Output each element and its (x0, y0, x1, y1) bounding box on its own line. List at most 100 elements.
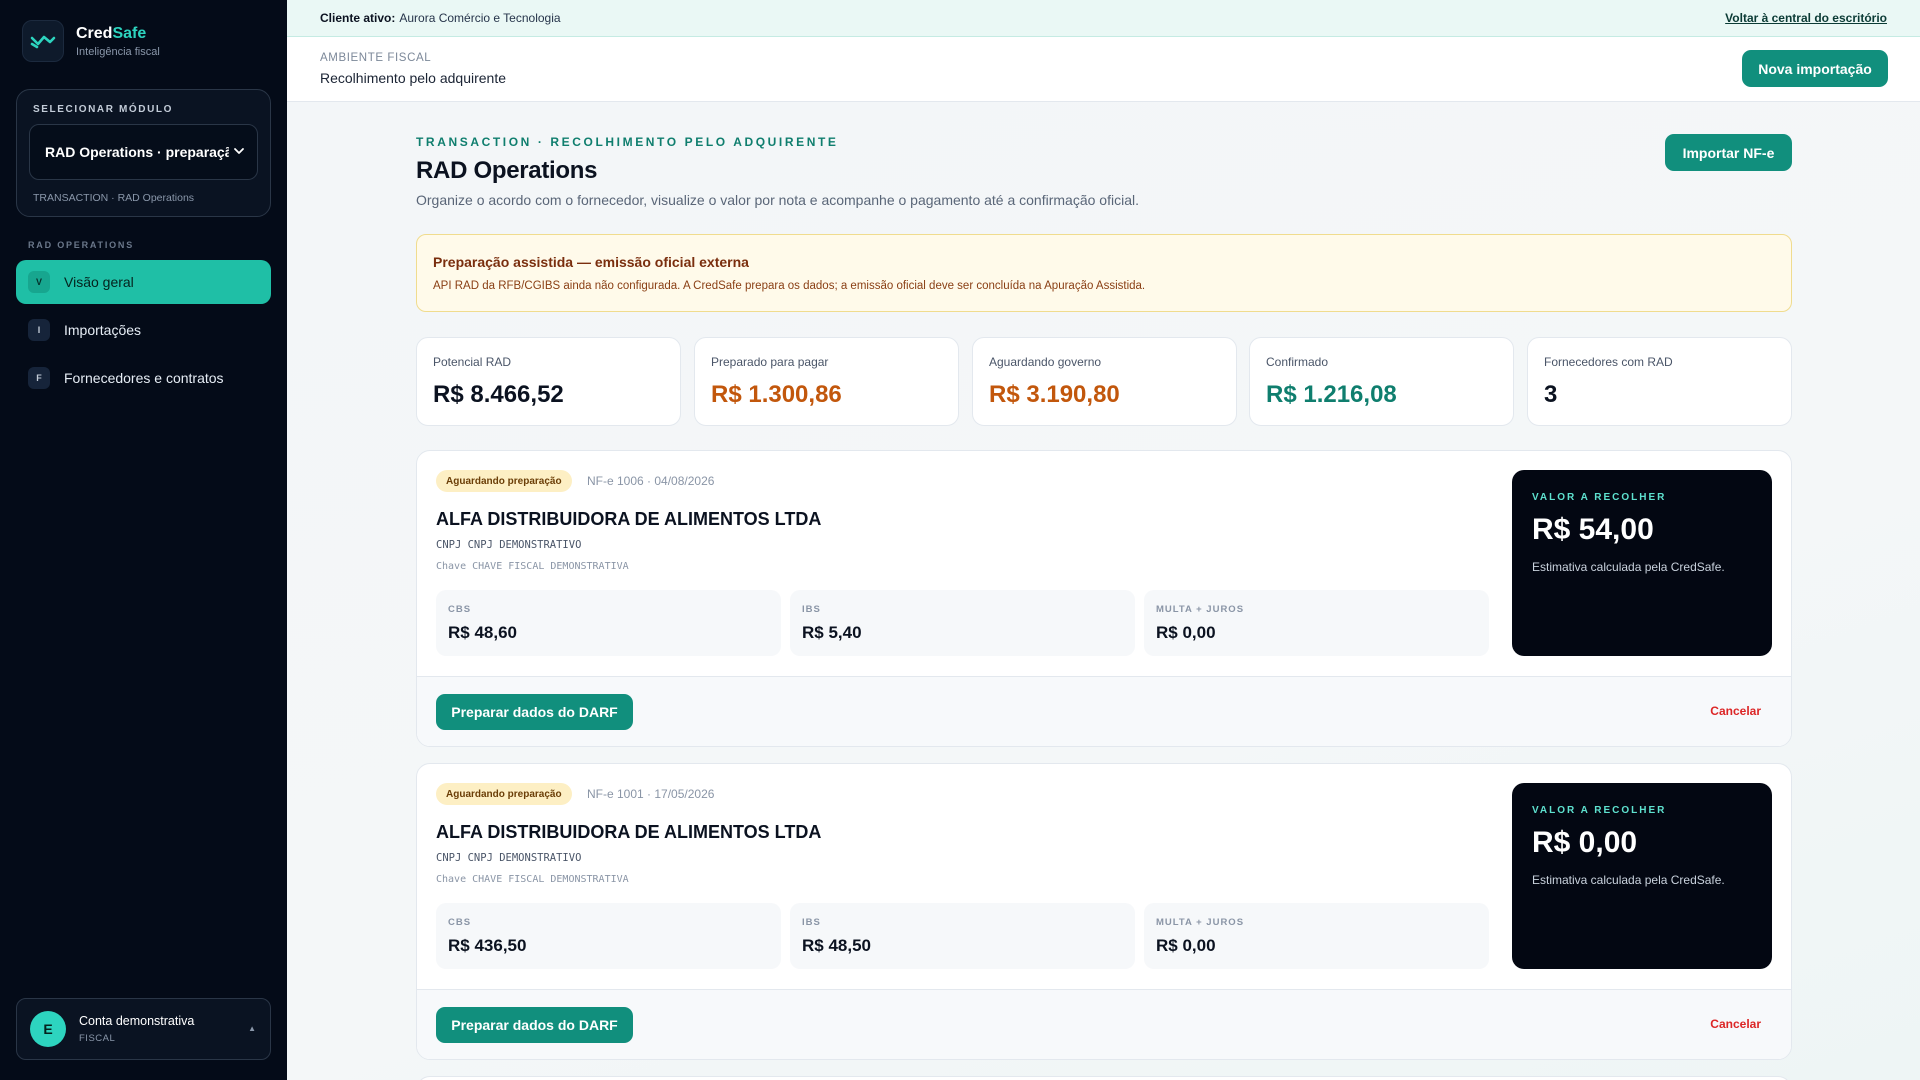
nav-badge: I (28, 319, 50, 341)
module-selector-title: SELECIONAR MÓDULO (33, 104, 173, 115)
sidebar-item-importacoes[interactable]: I Importações (16, 308, 271, 352)
invoice-meta: NF-e 1006 · 04/08/2026 (587, 474, 715, 488)
tax-label: CBS (448, 917, 472, 928)
sidebar-item-label: Visão geral (64, 274, 134, 290)
card-footer: Preparar dados do DARF Cancelar (417, 989, 1791, 1059)
amount-due-note: Estimativa calculada pela CredSafe. (1532, 873, 1725, 887)
chevron-down-icon (234, 148, 244, 154)
supplier-name: ALFA DISTRIBUIDORA DE ALIMENTOS LTDA (436, 509, 822, 529)
nav-section-title: RAD OPERATIONS (28, 240, 135, 250)
stat-card-fornecedores: Fornecedores com RAD 3 (1527, 337, 1792, 426)
stat-value: R$ 1.300,86 (711, 381, 842, 408)
stat-value: R$ 1.216,08 (1266, 381, 1397, 408)
nav-badge: F (28, 367, 50, 389)
tax-value: R$ 436,50 (448, 936, 527, 955)
account-role: FISCAL (79, 1033, 116, 1044)
stat-value: R$ 8.466,52 (433, 381, 564, 408)
invoice-key: Chave CHAVE FISCAL DEMONSTRATIVA (436, 874, 629, 885)
tax-cbs: CBS R$ 48,60 (436, 590, 781, 656)
stat-card-potencial: Potencial RAD R$ 8.466,52 (416, 337, 681, 426)
avatar: E (30, 1011, 66, 1047)
stat-label: Confirmado (1266, 355, 1329, 369)
stat-label: Fornecedores com RAD (1544, 355, 1673, 369)
alert-text: API RAD da RFB/CGIBS ainda não configura… (433, 280, 1146, 292)
stat-value: R$ 3.190,80 (989, 381, 1120, 408)
tax-value: R$ 48,50 (802, 936, 871, 955)
invoice-key: Chave CHAVE FISCAL DEMONSTRATIVA (436, 561, 629, 572)
tax-label: IBS (802, 604, 821, 615)
tax-label: IBS (802, 917, 821, 928)
invoice-meta: NF-e 1001 · 17/05/2026 (587, 787, 715, 801)
tax-ibs: IBS R$ 5,40 (790, 590, 1135, 656)
amount-due-panel: VALOR A RECOLHER R$ 0,00 Estimativa calc… (1512, 783, 1772, 969)
account-name: Conta demonstrativa (79, 1014, 195, 1028)
alert-title: Preparação assistida — emissão oficial e… (433, 254, 749, 270)
tax-value: R$ 0,00 (1156, 936, 1216, 955)
tax-ibs: IBS R$ 48,50 (790, 903, 1135, 969)
stat-label: Potencial RAD (433, 355, 512, 369)
tax-cbs: CBS R$ 436,50 (436, 903, 781, 969)
brand-subtitle: Inteligência fiscal (76, 45, 160, 58)
tax-value: R$ 48,60 (448, 623, 517, 642)
prepare-darf-button[interactable]: Preparar dados do DARF (436, 1007, 633, 1043)
new-import-button[interactable]: Nova importação (1742, 50, 1888, 87)
amount-due-panel: VALOR A RECOLHER R$ 54,00 Estimativa cal… (1512, 470, 1772, 656)
tax-value: R$ 0,00 (1156, 623, 1216, 642)
tax-label: MULTA + JUROS (1156, 917, 1245, 928)
status-badge: Aguardando preparação (436, 470, 572, 492)
caret-up-icon: ▲ (248, 1024, 256, 1033)
info-alert: Preparação assistida — emissão oficial e… (416, 234, 1792, 312)
invoice-card: Aguardando preparação NF-e 1006 · 04/08/… (416, 450, 1792, 747)
amount-due-note: Estimativa calculada pela CredSafe. (1532, 560, 1725, 574)
module-select-value: RAD Operations · preparação (45, 144, 229, 160)
environment-label: AMBIENTE FISCAL (320, 52, 432, 64)
cancel-button[interactable]: Cancelar (1710, 704, 1761, 718)
amount-due-label: VALOR A RECOLHER (1532, 805, 1667, 816)
card-footer: Preparar dados do DARF Cancelar (417, 676, 1791, 746)
stat-card-preparado: Preparado para pagar R$ 1.300,86 (694, 337, 959, 426)
sidebar-item-fornecedores[interactable]: F Fornecedores e contratos (16, 356, 271, 400)
module-selector-panel: SELECIONAR MÓDULO RAD Operations · prepa… (16, 89, 271, 217)
client-bar: Cliente ativo: Aurora Comércio e Tecnolo… (287, 0, 1920, 37)
sidebar-item-label: Fornecedores e contratos (64, 370, 224, 386)
amount-due-value: R$ 54,00 (1532, 513, 1654, 546)
page-eyebrow: TRANSACTION · RECOLHIMENTO PELO ADQUIREN… (416, 135, 839, 149)
tax-multa-juros: MULTA + JUROS R$ 0,00 (1144, 903, 1489, 969)
back-to-office-link[interactable]: Voltar à central do escritório (1725, 11, 1887, 25)
status-badge: Aguardando preparação (436, 783, 572, 805)
page-title: RAD Operations (416, 157, 598, 184)
tax-label: MULTA + JUROS (1156, 604, 1245, 615)
stat-card-confirmado: Confirmado R$ 1.216,08 (1249, 337, 1514, 426)
supplier-name: ALFA DISTRIBUIDORA DE ALIMENTOS LTDA (436, 822, 822, 842)
tax-label: CBS (448, 604, 472, 615)
import-nfe-button[interactable]: Importar NF-e (1665, 134, 1792, 171)
sidebar: CredSafe Inteligência fiscal SELECIONAR … (0, 0, 287, 1080)
invoice-card: Aguardando preparação NF-e 1001 · 17/05/… (416, 763, 1792, 1060)
stat-label: Preparado para pagar (711, 355, 829, 369)
main-content: TRANSACTION · RECOLHIMENTO PELO ADQUIREN… (287, 102, 1920, 1080)
credsafe-logo-icon (22, 20, 64, 62)
module-breadcrumb: TRANSACTION · RAD Operations (33, 192, 195, 204)
page-description: Organize o acordo com o fornecedor, visu… (416, 192, 1139, 208)
supplier-cnpj: CNPJ CNPJ DEMONSTRATIVO (436, 539, 582, 551)
supplier-cnpj: CNPJ CNPJ DEMONSTRATIVO (436, 852, 582, 864)
brand[interactable]: CredSafe Inteligência fiscal (22, 20, 160, 62)
nav-badge: V (28, 271, 50, 293)
module-select[interactable]: RAD Operations · preparação (29, 124, 258, 180)
sidebar-item-visao-geral[interactable]: V Visão geral (16, 260, 271, 304)
stat-label: Aguardando governo (989, 355, 1102, 369)
brand-name: CredSafe (76, 24, 147, 42)
invoice-card (416, 1076, 1792, 1080)
account-menu[interactable]: E Conta demonstrativa FISCAL ▲ (16, 998, 271, 1060)
prepare-darf-button[interactable]: Preparar dados do DARF (436, 694, 633, 730)
tax-value: R$ 5,40 (802, 623, 862, 642)
sidebar-item-label: Importações (64, 322, 142, 338)
tax-multa-juros: MULTA + JUROS R$ 0,00 (1144, 590, 1489, 656)
environment-bar: AMBIENTE FISCAL Recolhimento pelo adquir… (287, 37, 1920, 102)
active-client-name: Aurora Comércio e Tecnologia (399, 11, 561, 25)
active-client-label: Cliente ativo: (320, 11, 396, 25)
amount-due-value: R$ 0,00 (1532, 826, 1638, 859)
stat-value: 3 (1544, 381, 1558, 408)
environment-value: Recolhimento pelo adquirente (320, 70, 507, 86)
cancel-button[interactable]: Cancelar (1710, 1017, 1761, 1031)
